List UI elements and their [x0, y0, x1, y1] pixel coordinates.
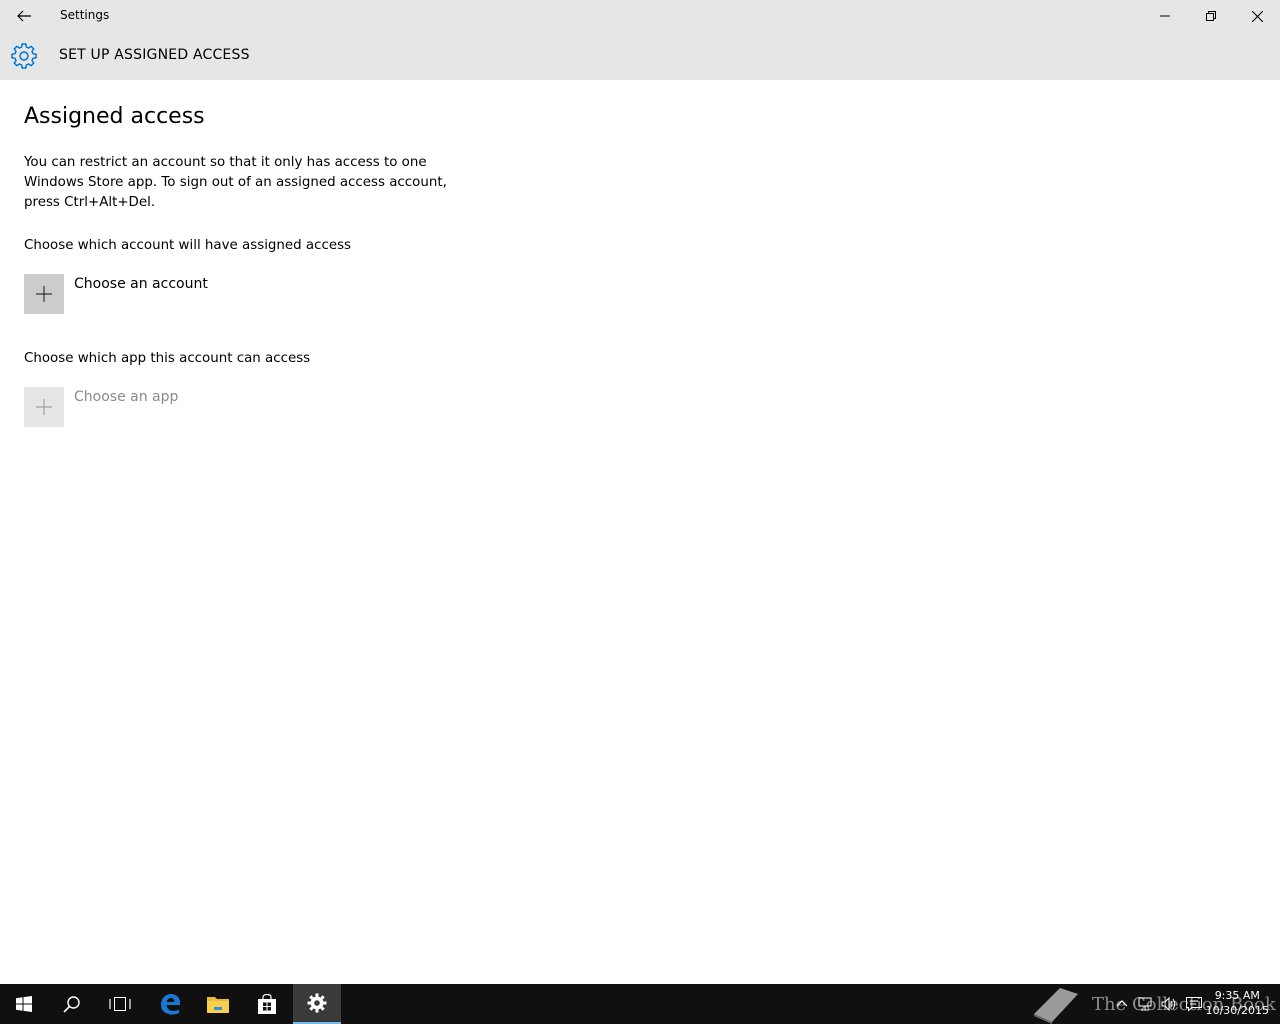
store-icon — [258, 994, 276, 1014]
minimize-button[interactable] — [1142, 0, 1188, 32]
restore-icon — [1206, 11, 1216, 21]
task-view-button[interactable] — [96, 984, 144, 1024]
edge-taskbar-button[interactable] — [146, 984, 194, 1024]
choose-account-button[interactable]: Choose an account — [24, 274, 208, 314]
add-account-tile[interactable] — [24, 274, 64, 314]
description-text: You can restrict an account so that it o… — [24, 155, 447, 210]
start-button[interactable] — [0, 984, 48, 1024]
search-icon — [63, 996, 80, 1013]
close-button[interactable] — [1234, 0, 1280, 32]
back-arrow-icon — [17, 10, 31, 22]
chevron-up-icon[interactable] — [1113, 996, 1131, 1012]
close-icon — [1251, 10, 1263, 22]
page-title: Assigned access — [24, 104, 205, 129]
edge-icon — [161, 994, 180, 1015]
restore-button[interactable] — [1188, 0, 1234, 32]
back-button[interactable] — [8, 0, 40, 32]
task-view-icon — [109, 997, 131, 1011]
choose-account-label: Choose an account — [74, 276, 208, 292]
choose-app-button[interactable]: Choose an app — [24, 387, 178, 427]
window-title: Settings — [60, 8, 110, 22]
settings-header: SET UP ASSIGNED ACCESS — [0, 32, 1280, 80]
start-icon — [16, 996, 32, 1012]
store-taskbar-button[interactable] — [243, 984, 291, 1024]
book-icon — [1034, 988, 1078, 1024]
volume-icon[interactable] — [1160, 996, 1178, 1012]
settings-taskbar-button[interactable] — [293, 984, 341, 1024]
title-bar: Settings — [0, 0, 1280, 32]
settings-icon — [307, 993, 327, 1013]
taskbar-clock[interactable]: 9:35 AM 10/30/2015 — [1206, 988, 1269, 1018]
plus-icon — [36, 286, 52, 302]
file-explorer-taskbar-button[interactable] — [194, 984, 242, 1024]
plus-icon — [36, 399, 52, 415]
search-button[interactable] — [48, 984, 96, 1024]
gear-icon — [11, 43, 37, 69]
add-app-tile[interactable] — [24, 387, 64, 427]
network-icon[interactable] — [1136, 996, 1154, 1012]
action-center-icon[interactable] — [1185, 996, 1203, 1012]
app-section-label: Choose which app this account can access — [24, 351, 311, 366]
page-header-title: SET UP ASSIGNED ACCESS — [59, 47, 250, 63]
taskbar: The Collection Book 9:35 AM 10/30/2015 — [0, 984, 1280, 1024]
account-section-label: Choose which account will have assigned … — [24, 238, 352, 253]
minimize-icon — [1160, 15, 1170, 17]
clock-time: 9:35 AM — [1214, 989, 1260, 1002]
clock-date: 10/30/2015 — [1205, 1004, 1269, 1017]
choose-app-label: Choose an app — [74, 389, 179, 405]
file-explorer-icon — [207, 997, 229, 1013]
